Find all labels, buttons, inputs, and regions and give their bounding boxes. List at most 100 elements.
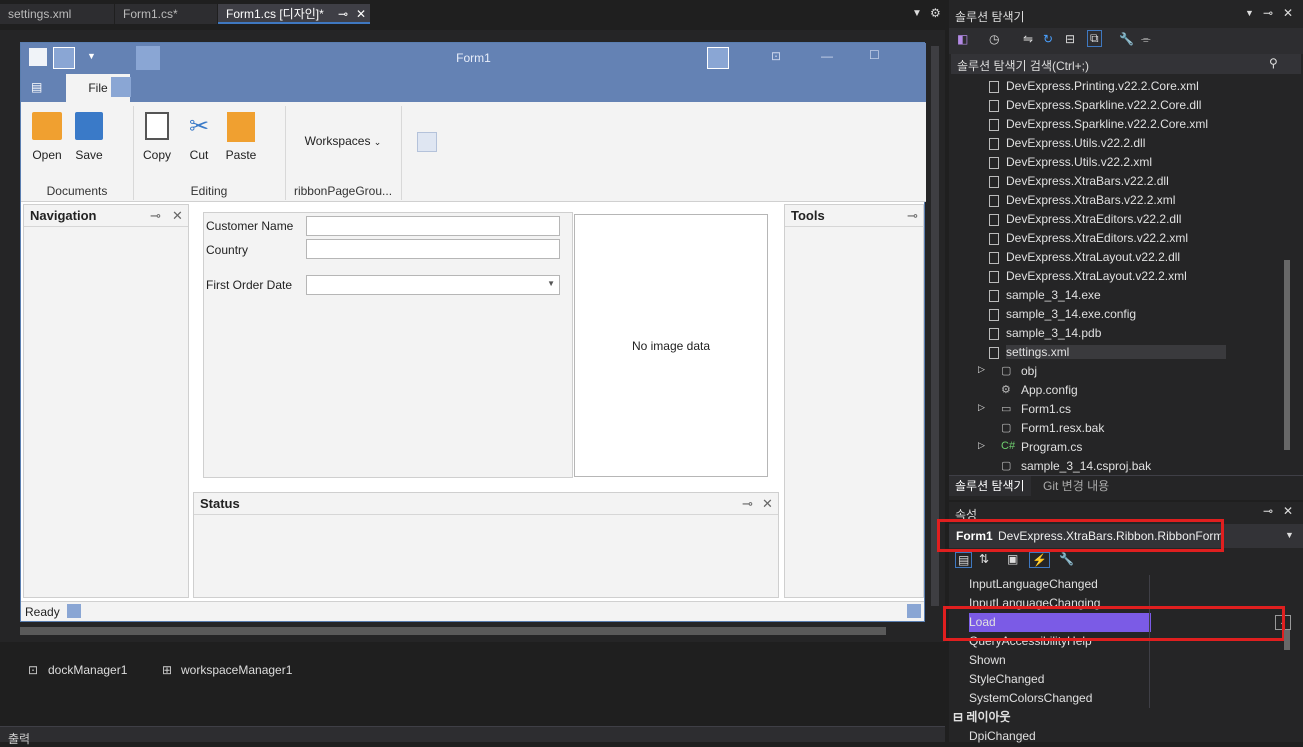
file-item[interactable]: DevExpress.XtraEditors.v22.2.dll <box>1006 212 1181 226</box>
search-icon[interactable]: ⚲ <box>1269 56 1278 70</box>
add-item-icon[interactable] <box>67 604 81 618</box>
project-item[interactable]: App.config <box>1021 383 1078 397</box>
sync-icon[interactable]: ⇋ <box>1023 32 1033 46</box>
maximize-icon[interactable]: ☐ <box>869 48 880 62</box>
file-item[interactable]: DevExpress.XtraLayout.v22.2.dll <box>1006 250 1180 264</box>
tools-panel[interactable]: Tools ⊸ <box>784 204 924 598</box>
restore-icon[interactable]: ⊡ <box>771 49 781 63</box>
file-item[interactable]: sample_3_14.pdb <box>1006 326 1101 340</box>
chevron-down-icon[interactable]: ▼ <box>1285 530 1294 540</box>
picture-edit[interactable]: No image data <box>574 214 768 477</box>
dropdown-icon[interactable]: ▼ <box>1245 8 1254 18</box>
file-item[interactable]: DevExpress.Sparkline.v22.2.Core.dll <box>1006 98 1201 112</box>
project-item[interactable]: obj <box>1021 364 1037 378</box>
event-row[interactable]: InputLanguageChanged <box>969 575 1279 594</box>
save-button[interactable]: Save <box>69 112 109 162</box>
file-item[interactable]: sample_3_14.exe.config <box>1006 307 1136 321</box>
file-item[interactable]: DevExpress.Utils.v22.2.xml <box>1006 155 1152 169</box>
status-panel[interactable]: Status ⊸ ✕ <box>193 492 779 598</box>
tab-form1-designer[interactable]: Form1.cs [디자인]* ⊸ ✕ <box>218 4 370 24</box>
customer-name-input[interactable] <box>306 216 560 236</box>
file-item[interactable]: DevExpress.Sparkline.v22.2.Core.xml <box>1006 117 1208 131</box>
close-icon[interactable]: ✕ <box>1283 6 1293 20</box>
workspace-manager-component[interactable]: workspaceManager1 <box>181 663 292 677</box>
expand-icon[interactable]: ▷ <box>978 440 985 451</box>
expand-icon[interactable]: ▷ <box>978 364 985 375</box>
tab-form1-cs[interactable]: Form1.cs* <box>115 4 217 24</box>
event-value[interactable] <box>1149 575 1279 594</box>
copy-button[interactable]: Copy <box>137 112 177 162</box>
add-group-icon[interactable] <box>417 132 437 152</box>
collapse-icon[interactable]: ⊟ <box>953 710 963 724</box>
alphabetical-icon[interactable]: ⇅ <box>979 552 989 566</box>
horizontal-scrollbar[interactable] <box>10 625 920 637</box>
file-item[interactable]: sample_3_14.exe <box>1006 288 1101 302</box>
file-item[interactable]: DevExpress.XtraLayout.v22.2.xml <box>1006 269 1187 283</box>
scroll-thumb[interactable] <box>1284 630 1290 650</box>
pin-icon[interactable]: ⊸ <box>150 205 161 227</box>
wrench-icon[interactable]: 🔧 <box>1059 552 1074 566</box>
scroll-thumb[interactable] <box>20 627 886 635</box>
cut-button[interactable]: ✂ Cut <box>179 112 219 162</box>
first-order-date-picker[interactable]: ▼ <box>306 275 560 295</box>
pin-icon[interactable]: ⊸ <box>1263 6 1273 20</box>
open-button[interactable]: Open <box>27 112 67 162</box>
event-row[interactable]: Shown <box>969 651 1279 670</box>
close-icon[interactable]: ✕ <box>762 493 773 515</box>
pin-icon[interactable]: ⊸ <box>907 205 918 227</box>
menu-icon[interactable]: ▤ <box>31 80 42 94</box>
expand-icon[interactable]: ▷ <box>978 402 985 413</box>
event-value[interactable] <box>1149 670 1279 689</box>
event-value[interactable] <box>1149 689 1279 708</box>
props-scrollbar[interactable] <box>1283 580 1291 740</box>
vs-icon[interactable]: ◧ <box>957 32 968 46</box>
dropdown-icon[interactable]: ▼ <box>912 8 922 19</box>
events-icon[interactable]: ⚡ <box>1029 552 1050 568</box>
event-row[interactable]: SystemColorsChanged <box>969 689 1279 708</box>
paste-button[interactable]: Paste <box>221 112 261 162</box>
file-item[interactable]: DevExpress.Printing.v22.2.Core.xml <box>1006 79 1199 93</box>
add-item-icon[interactable] <box>707 47 729 69</box>
refresh-icon[interactable]: ↻ <box>1043 32 1053 46</box>
category-layout[interactable]: ⊟ 레이아웃 <box>953 708 1263 727</box>
project-item[interactable]: Form1.resx.bak <box>1021 421 1104 435</box>
collapse-icon[interactable]: ⊟ <box>1065 32 1075 46</box>
chevron-down-icon[interactable]: ▼ <box>547 279 555 288</box>
show-all-icon[interactable]: ⧉ <box>1087 30 1102 47</box>
file-item[interactable]: settings.xml <box>1006 345 1226 359</box>
form-designer[interactable]: ▼ Form1 ⊡ — ☐ ▤ File Open Save Copy ✂ Cut… <box>20 42 926 622</box>
solution-search-input[interactable]: 솔루션 탐색기 검색(Ctrl+;) ⚲ <box>951 54 1301 74</box>
tree-scrollbar[interactable] <box>1282 80 1292 472</box>
pin-icon[interactable]: ⊸ <box>742 493 753 515</box>
history-icon[interactable]: ◷ <box>989 32 999 46</box>
project-item[interactable]: Program.cs <box>1021 440 1082 454</box>
properties-icon[interactable]: ▣ <box>1007 552 1018 566</box>
tab-git-changes[interactable]: Git 변경 내용 <box>1043 476 1109 496</box>
wrench-icon[interactable]: 🔧 <box>1119 32 1134 46</box>
add-page-icon[interactable] <box>111 77 131 97</box>
preview-icon[interactable]: ⌯ <box>1141 32 1151 47</box>
tab-solution-explorer[interactable]: 솔루션 탐색기 <box>949 476 1031 496</box>
file-item[interactable]: DevExpress.XtraEditors.v22.2.xml <box>1006 231 1188 245</box>
project-item[interactable]: Form1.cs <box>1021 402 1071 416</box>
workspaces-button[interactable]: Workspaces ⌄ <box>299 134 387 148</box>
minimize-icon[interactable]: — <box>821 49 833 63</box>
event-row[interactable]: DpiChanged <box>969 727 1279 746</box>
event-row[interactable]: StyleChanged <box>969 670 1279 689</box>
project-item[interactable]: sample_3_14.csproj.bak <box>1021 459 1151 473</box>
tab-settings-xml[interactable]: settings.xml <box>0 4 114 24</box>
close-icon[interactable]: ✕ <box>356 4 366 24</box>
country-input[interactable] <box>306 239 560 259</box>
close-icon[interactable]: ✕ <box>172 205 183 227</box>
layout-control[interactable]: Customer Name Country First Order Date ▼ <box>203 212 573 478</box>
navigation-panel[interactable]: Navigation ⊸ ✕ <box>23 204 189 598</box>
close-icon[interactable]: ✕ <box>1283 504 1293 518</box>
file-item[interactable]: DevExpress.Utils.v22.2.dll <box>1006 136 1145 150</box>
dock-manager-component[interactable]: dockManager1 <box>48 663 127 677</box>
file-item[interactable]: DevExpress.XtraBars.v22.2.dll <box>1006 174 1169 188</box>
add-item-icon[interactable] <box>907 604 921 618</box>
pin-icon[interactable]: ⊸ <box>1263 504 1273 518</box>
pin-icon[interactable]: ⊸ <box>338 4 348 24</box>
gear-icon[interactable]: ⚙ <box>930 6 941 20</box>
scroll-thumb[interactable] <box>1284 260 1290 450</box>
